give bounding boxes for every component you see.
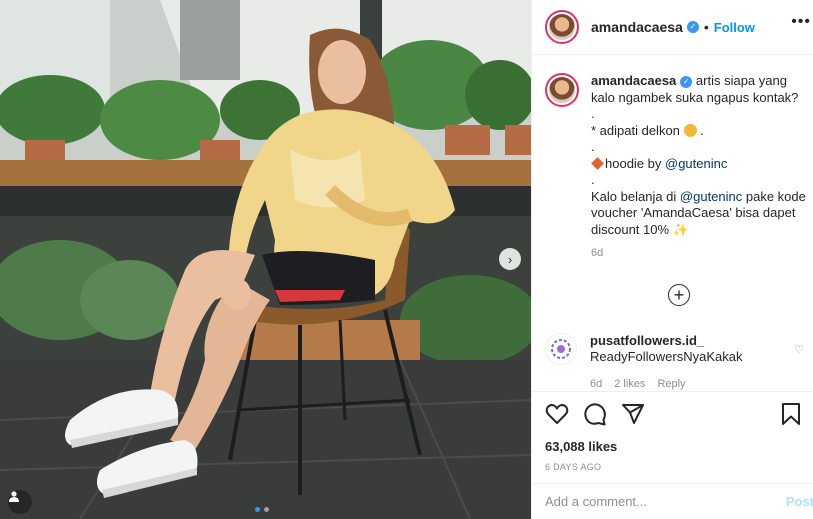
mention-link[interactable]: @guteninc — [665, 156, 727, 171]
tagged-users-button[interactable] — [8, 490, 32, 514]
caption-dot-1: . — [591, 106, 595, 121]
post-date[interactable]: 6 DAYS AGO — [545, 462, 801, 472]
caption-dot-3: . — [591, 172, 595, 187]
orange-diamond-emoji-icon — [591, 156, 604, 170]
caption-username[interactable]: amandacaesa — [591, 73, 676, 88]
flower-logo-icon — [551, 339, 571, 359]
carousel-indicator — [255, 507, 269, 512]
comment-reply-button[interactable]: Reply — [657, 376, 685, 392]
caption-timestamp[interactable]: 6d — [591, 245, 806, 262]
carousel-dot — [264, 507, 269, 512]
comment-text: ReadyFollowersNyaKakak — [590, 349, 743, 364]
follow-button[interactable]: Follow — [714, 20, 755, 35]
header-separator: • — [703, 19, 709, 35]
caption-avatar[interactable] — [545, 73, 579, 107]
verified-badge-icon: ✓ — [686, 21, 699, 33]
comment-meta: 6d 2 likes Reply — [590, 376, 742, 392]
upside-down-face-emoji-icon — [683, 123, 697, 137]
mention-link[interactable]: @guteninc — [680, 189, 742, 204]
save-bookmark-icon[interactable] — [781, 402, 801, 426]
instagram-post-modal: › amandacaesa ✓ • Follow ••• amandacaesa… — [0, 0, 813, 519]
post-actions: 63,088 likes 6 DAYS AGO — [532, 391, 813, 475]
comment-timestamp[interactable]: 6d — [590, 376, 602, 392]
comment-likes[interactable]: 2 likes — [614, 376, 645, 392]
like-count[interactable]: 63,088 likes — [545, 439, 801, 454]
user-icon — [9, 491, 19, 502]
post-header: amandacaesa ✓ • Follow ••• — [532, 0, 813, 55]
post-caption: amandacaesa ✓ artis siapa yang kalo ngamb… — [545, 73, 813, 262]
post-comment-button[interactable]: Post — [786, 494, 813, 509]
plus-circle-icon[interactable]: + — [668, 284, 690, 306]
sparkles-emoji-icon: ✨ — [672, 221, 689, 237]
commenter-avatar[interactable] — [545, 333, 577, 365]
commenter-username[interactable]: pusatfollowers.id_ — [590, 333, 704, 348]
comment-item: pusatfollowers.id_ ReadyFollowersNyaKaka… — [545, 333, 813, 392]
author-username[interactable]: amandacaesa — [591, 19, 683, 35]
chevron-right-icon: › — [507, 251, 513, 267]
comment-like-heart-icon[interactable]: ♡ — [794, 343, 804, 356]
post-side-panel: amandacaesa ✓ • Follow ••• amandacaesa ✓ … — [531, 0, 813, 519]
photo-illustration — [0, 0, 531, 519]
caption-body: amandacaesa ✓ artis siapa yang kalo ngamb… — [591, 73, 806, 262]
carousel-next-button[interactable]: › — [499, 248, 521, 270]
action-icons-row — [545, 402, 801, 426]
like-heart-icon[interactable] — [545, 403, 569, 425]
author-avatar[interactable] — [545, 10, 579, 44]
add-comment-bar: Post — [532, 483, 813, 519]
verified-badge-icon: ✓ — [680, 76, 693, 88]
comment-body: pusatfollowers.id_ ReadyFollowersNyaKaka… — [590, 333, 742, 392]
carousel-dot-active — [255, 507, 260, 512]
more-options-icon[interactable]: ••• — [791, 13, 811, 31]
add-comment-input[interactable] — [545, 494, 772, 509]
comment-bubble-icon[interactable] — [583, 402, 607, 426]
share-paper-plane-icon[interactable] — [621, 402, 645, 426]
caption-dot-2: . — [591, 139, 595, 154]
post-photo[interactable]: › — [0, 0, 531, 519]
caption-line-2: * adipati delkon — [591, 122, 680, 138]
